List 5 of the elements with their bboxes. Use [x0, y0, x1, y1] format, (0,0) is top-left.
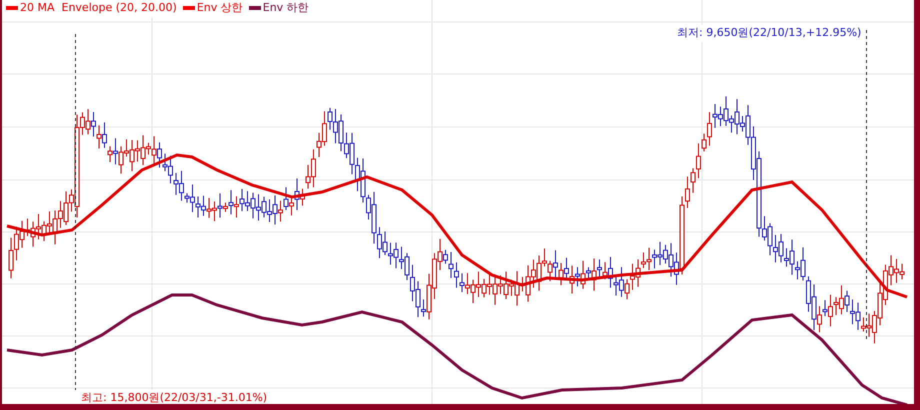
legend-label: 20 MA Envelope (20, 20.00)	[20, 0, 177, 16]
high-price-label: 최고: 15,800원(22/03/31,-31.01%)	[81, 390, 268, 404]
legend-label: Env 하한	[262, 0, 309, 16]
low-price-label: 최저: 9,650원(22/10/13,+12.95%)	[677, 25, 862, 42]
legend-label: Env 상한	[196, 0, 243, 16]
